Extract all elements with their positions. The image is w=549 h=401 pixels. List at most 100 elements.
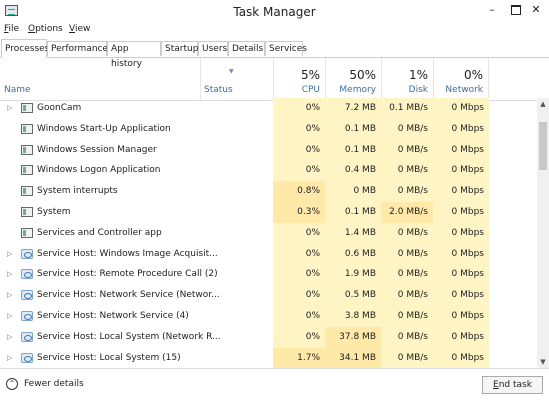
fewer-details-link[interactable]: Fewer details — [24, 379, 84, 389]
process-row[interactable]: ▷ Service Host: Remote Procedure Call (2)… — [0, 264, 537, 286]
process-network-cell: 0 Mbps — [433, 264, 489, 286]
expand-chevron-icon[interactable]: ▷ — [7, 291, 12, 299]
process-disk-cell: 0 MB/s — [381, 347, 433, 368]
process-disk-cell: 0 MB/s — [381, 222, 433, 244]
process-disk-cell: 2.0 MB/s — [381, 201, 433, 223]
maximize-icon — [511, 5, 521, 15]
process-network-cell: 0 Mbps — [433, 98, 489, 119]
process-row[interactable]: ▷ Service Host: Network Service (Networ..… — [0, 285, 537, 306]
process-name: Service Host: Remote Procedure Call (2) — [37, 269, 218, 280]
process-network-cell: 0 Mbps — [433, 285, 489, 306]
process-memory-cell: 3.8 MB — [325, 305, 381, 327]
menu-file[interactable]: File — [4, 24, 19, 34]
process-network-cell: 0 Mbps — [433, 201, 489, 223]
process-memory-cell: 0.6 MB — [325, 243, 381, 265]
process-name: Services and Controller app — [37, 227, 162, 238]
app-window-icon — [21, 123, 33, 134]
process-name: System interrupts — [37, 186, 118, 197]
column-status[interactable]: Status — [200, 58, 273, 100]
end-task-button[interactable]: End task — [482, 376, 543, 394]
column-memory[interactable]: 50% Memory — [325, 58, 381, 100]
process-network-cell: 0 Mbps — [433, 243, 489, 265]
column-cpu[interactable]: 5% CPU — [273, 58, 325, 100]
app-window-icon — [21, 165, 33, 176]
process-cpu-cell: 0% — [273, 285, 325, 306]
expand-chevron-icon[interactable]: ▷ — [7, 250, 12, 258]
process-cpu-cell: 0% — [273, 118, 325, 140]
expand-chevron-icon[interactable]: ▷ — [7, 270, 12, 278]
process-memory-cell: 1.9 MB — [325, 264, 381, 286]
process-name: Service Host: Network Service (4) — [37, 310, 189, 321]
process-disk-cell: 0.1 MB/s — [381, 98, 433, 119]
process-name: Service Host: Network Service (Networ... — [37, 290, 220, 301]
scroll-down-arrow-icon[interactable]: ▼ — [537, 356, 549, 368]
process-row[interactable]: Windows Start-Up Application 0% 0.1 MB 0 MB… — [0, 118, 537, 140]
menu-options[interactable]: Options — [28, 24, 63, 34]
process-row[interactable]: ▷ Service Host: Windows Image Acquisit...… — [0, 243, 537, 265]
tab-app-history[interactable]: App history — [107, 41, 161, 69]
column-header-row: Name Status 5% CPU 50% Memory 1% Disk 0%… — [0, 58, 549, 101]
app-window-icon — [21, 186, 33, 197]
tab-services[interactable]: Services — [265, 41, 307, 56]
process-cpu-cell: 0% — [273, 98, 325, 119]
column-disk[interactable]: 1% Disk — [381, 58, 433, 100]
process-row[interactable]: System 0.3% 0.1 MB 2.0 MB/s 0 Mbps — [0, 201, 537, 223]
menu-view[interactable]: View — [69, 24, 90, 34]
tab-details[interactable]: Details — [228, 41, 265, 56]
process-network-cell: 0 Mbps — [433, 326, 489, 348]
process-row[interactable]: ▷ GoonCam 0% 7.2 MB 0.1 MB/s 0 Mbps — [0, 98, 537, 119]
process-disk-cell: 0 MB/s — [381, 160, 433, 182]
tab-strip: Processes Performance App history Startu… — [0, 39, 549, 69]
column-name[interactable]: Name — [0, 58, 200, 100]
process-row[interactable]: ▷ Service Host: Local System (15) 1.7% 34.1… — [0, 347, 537, 368]
scroll-up-arrow-icon[interactable]: ▲ — [537, 98, 549, 110]
collapse-chevron-icon[interactable]: ⌃ — [6, 378, 18, 390]
process-cpu-cell: 0.3% — [273, 201, 325, 223]
expand-chevron-icon[interactable]: ▷ — [7, 333, 12, 341]
process-disk-cell: 0 MB/s — [381, 139, 433, 161]
gear-icon — [21, 290, 33, 301]
process-memory-cell: 1.4 MB — [325, 222, 381, 244]
column-network[interactable]: 0% Network — [433, 58, 489, 100]
gear-icon — [21, 352, 33, 363]
process-cpu-cell: 0% — [273, 139, 325, 161]
process-name: Service Host: Local System (Network R... — [37, 331, 221, 342]
vertical-scrollbar[interactable]: ▲ ▼ — [537, 98, 549, 368]
process-memory-cell: 0.4 MB — [325, 160, 381, 182]
process-row[interactable]: ▷ Service Host: Network Service (4) 0% 3.8 … — [0, 305, 537, 327]
tab-startup[interactable]: Startup — [161, 41, 198, 56]
process-name: GoonCam — [37, 103, 82, 113]
process-disk-cell: 0 MB/s — [381, 285, 433, 306]
minimize-button[interactable]: – — [479, 0, 505, 20]
process-row[interactable]: Services and Controller app 0% 1.4 MB 0 MB/… — [0, 222, 537, 244]
process-name: Service Host: Local System (15) — [37, 352, 181, 363]
process-memory-cell: 0.5 MB — [325, 285, 381, 306]
process-row[interactable]: Windows Logon Application 0% 0.4 MB 0 MB/s 0… — [0, 160, 537, 182]
expand-chevron-icon[interactable]: ▷ — [7, 312, 12, 320]
process-disk-cell: 0 MB/s — [381, 118, 433, 140]
process-cpu-cell: 0% — [273, 243, 325, 265]
process-row[interactable]: System interrupts 0.8% 0 MB 0 MB/s 0 Mbps — [0, 181, 537, 202]
process-memory-cell: 7.2 MB — [325, 98, 381, 119]
process-cpu-cell: 0% — [273, 326, 325, 348]
process-memory-cell: 0.1 MB — [325, 139, 381, 161]
process-network-cell: 0 Mbps — [433, 118, 489, 140]
expand-chevron-icon[interactable]: ▷ — [7, 104, 12, 112]
process-list: ▷ GoonCam 0% 7.2 MB 0.1 MB/s 0 Mbps Windows St… — [0, 98, 537, 368]
tab-users[interactable]: Users — [198, 41, 228, 56]
tab-performance[interactable]: Performance — [47, 41, 108, 56]
process-disk-cell: 0 MB/s — [381, 264, 433, 286]
gear-icon — [21, 331, 33, 342]
tab-processes[interactable]: Processes — [1, 39, 49, 58]
process-memory-cell: 37.8 MB — [325, 326, 381, 348]
process-network-cell: 0 Mbps — [433, 139, 489, 161]
process-name: Windows Start-Up Application — [37, 123, 171, 134]
scroll-thumb[interactable] — [539, 122, 547, 170]
window-title: Task Manager — [233, 5, 316, 19]
expand-chevron-icon[interactable]: ▷ — [7, 354, 12, 362]
process-row[interactable]: Windows Session Manager 0% 0.1 MB 0 MB/s 0 M… — [0, 139, 537, 161]
gear-icon — [21, 269, 33, 280]
process-row[interactable]: ▷ Service Host: Local System (Network R..… — [0, 326, 537, 348]
gear-icon — [21, 248, 33, 259]
close-button[interactable]: ✕ — [523, 0, 549, 20]
